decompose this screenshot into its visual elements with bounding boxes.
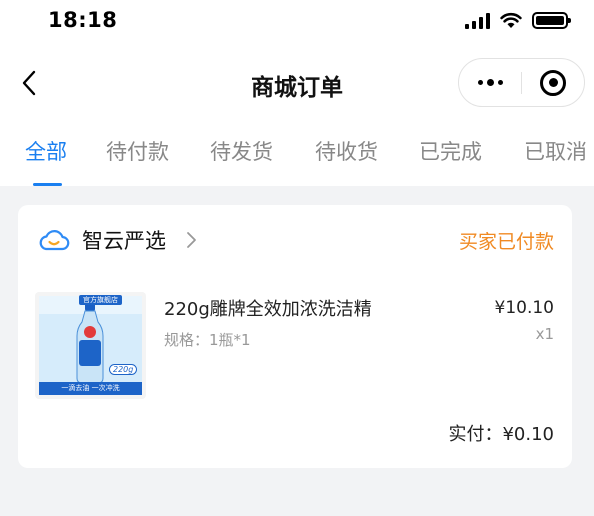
more-icon	[477, 79, 503, 86]
status-icons	[465, 12, 571, 29]
tab-cancelled[interactable]: 已取消	[524, 136, 587, 166]
product-quantity: x1	[535, 325, 554, 343]
mini-program-capsule	[458, 58, 585, 107]
image-size-badge: 220g	[109, 364, 138, 375]
tab-completed[interactable]: 已完成	[419, 136, 482, 166]
order-card[interactable]: 智云严选 买家已付款 官方旗舰店 220g 一滴去油 一次冲洗 220g雕牌全效…	[18, 205, 572, 468]
chevron-right-icon[interactable]	[186, 231, 197, 249]
tab-pending-payment[interactable]: 待付款	[106, 136, 169, 166]
cloud-icon	[39, 230, 70, 251]
status-time: 18:18	[48, 8, 118, 32]
target-icon	[540, 69, 566, 96]
active-tab-indicator	[33, 183, 62, 186]
paid-total: 实付：¥0.10	[448, 420, 554, 446]
product-spec: 规格：1瓶*1	[164, 331, 251, 349]
signal-icon	[465, 12, 490, 29]
shop-name[interactable]: 智云严选	[82, 225, 166, 255]
tab-pending-shipment[interactable]: 待发货	[210, 136, 273, 166]
more-button[interactable]	[459, 59, 521, 106]
image-slogan: 一滴去油 一次冲洗	[39, 382, 142, 395]
tab-all[interactable]: 全部	[25, 136, 67, 166]
tab-pending-receipt[interactable]: 待收货	[315, 136, 378, 166]
product-price: ¥10.10	[494, 298, 554, 318]
order-status: 买家已付款	[458, 231, 554, 253]
battery-icon	[532, 12, 571, 29]
product-name[interactable]: 220g雕牌全效加浓洗洁精	[164, 295, 372, 321]
close-mini-program-button[interactable]	[522, 59, 584, 106]
order-tabs: 全部 待付款 待发货 待收货 已完成 已取消	[0, 136, 594, 186]
wifi-icon	[500, 12, 522, 28]
bottle-icon	[76, 303, 104, 384]
image-tag: 官方旗舰店	[79, 295, 122, 305]
paid-amount: ¥0.10	[502, 424, 554, 445]
paid-label: 实付：	[448, 424, 503, 445]
product-image[interactable]: 官方旗舰店 220g 一滴去油 一次冲洗	[35, 292, 146, 399]
